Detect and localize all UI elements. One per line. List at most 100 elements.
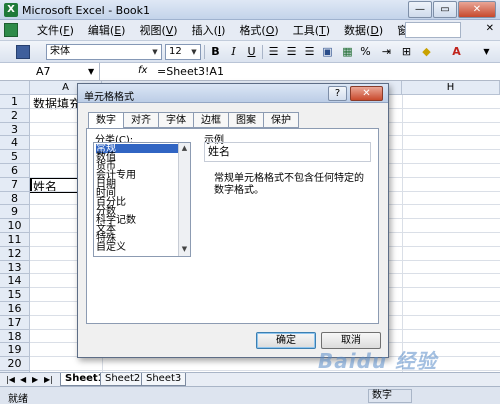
status-ready: 就绪: [8, 394, 28, 404]
chevron-down-icon[interactable]: ▼: [88, 63, 94, 80]
font-name-select[interactable]: 宋体 ▼: [46, 44, 162, 60]
row-header[interactable]: 1: [0, 95, 30, 109]
italic-button[interactable]: I: [225, 44, 242, 60]
row-header[interactable]: 4: [0, 136, 30, 151]
tab-protection[interactable]: 保护: [264, 112, 299, 128]
toolbar-options-icon[interactable]: ▼: [478, 44, 495, 60]
formatting-toolbar: 宋体 ▼ 12 ▼ B I U ☰ ☰ ☰ ▣ ▦ % ⇥ ⊞ ◆ A ▼: [0, 41, 500, 63]
title-bar: X Microsoft Excel - Book1 — ▭ ✕: [0, 0, 500, 20]
tab-alignment[interactable]: 对齐: [124, 112, 159, 128]
cell-a1[interactable]: 数据填充: [33, 95, 81, 112]
ok-button[interactable]: 确定: [256, 332, 316, 349]
grid-line: [402, 95, 403, 372]
help-search-input[interactable]: [405, 22, 461, 38]
row-header[interactable]: 5: [0, 150, 30, 164]
toolbar-divider: [262, 45, 263, 59]
tab-sheet3[interactable]: Sheet3: [141, 373, 187, 386]
row-header[interactable]: 8: [0, 191, 30, 206]
row-header[interactable]: 10: [0, 219, 30, 233]
minimize-button[interactable]: —: [408, 1, 432, 18]
cell-a7[interactable]: 姓名: [33, 178, 57, 195]
sheet-tab-bar: |◀ ◀ ▶ ▶| Sheet1 Sheet2 Sheet3: [0, 372, 500, 386]
tab-sheet2[interactable]: Sheet2: [100, 373, 146, 386]
menu-data[interactable]: 数据(D): [337, 23, 390, 38]
merge-center-icon[interactable]: ▣: [319, 44, 336, 60]
save-icon[interactable]: [16, 45, 30, 59]
chevron-down-icon[interactable]: ▼: [189, 46, 199, 58]
scroll-down-icon[interactable]: ▼: [179, 244, 190, 255]
indent-icon[interactable]: ⇥: [378, 44, 395, 60]
first-sheet-icon[interactable]: |◀: [6, 375, 15, 384]
number-tab-panel: 分类(C): 常规 数值 货币 会计专用 日期 时间 百分比 分数 科学记数 文…: [86, 128, 379, 324]
workbook-icon[interactable]: [4, 23, 18, 37]
row-header[interactable]: 18: [0, 329, 30, 344]
format-description: 常规单元格格式不包含任何特定的数字格式。: [214, 173, 364, 196]
dialog-close-button[interactable]: ✕: [350, 86, 383, 101]
row-header[interactable]: 14: [0, 274, 30, 289]
percent-button[interactable]: %: [357, 44, 374, 60]
align-right-icon[interactable]: ☰: [301, 44, 318, 60]
prev-sheet-icon[interactable]: ◀: [20, 375, 26, 384]
font-size-select[interactable]: 12 ▼: [165, 44, 201, 60]
dialog-title-bar[interactable]: 单元格格式 ? ✕: [78, 84, 388, 103]
next-sheet-icon[interactable]: ▶: [32, 375, 38, 384]
last-sheet-icon[interactable]: ▶|: [44, 375, 53, 384]
tab-number[interactable]: 数字: [88, 112, 124, 129]
row-header[interactable]: 17: [0, 315, 30, 330]
tab-patterns[interactable]: 图案: [229, 112, 264, 128]
excel-app-icon: X: [4, 3, 18, 17]
formula-input[interactable]: =Sheet3!A1: [157, 65, 224, 78]
fill-color-icon[interactable]: ◆: [418, 44, 435, 60]
currency-icon[interactable]: ▦: [339, 44, 356, 60]
menu-view[interactable]: 视图(V): [132, 23, 184, 38]
row-header[interactable]: 19: [0, 343, 30, 358]
row-header[interactable]: 16: [0, 302, 30, 316]
menu-items: 文件(F) 编辑(E) 视图(V) 插入(I) 格式(O) 工具(T) 数据(D…: [30, 23, 446, 38]
tab-border[interactable]: 边框: [194, 112, 229, 128]
row-header[interactable]: 6: [0, 164, 30, 178]
category-item-custom[interactable]: 自定义: [96, 243, 126, 253]
row-header[interactable]: 15: [0, 288, 30, 302]
row-header[interactable]: 2: [0, 108, 30, 123]
name-box[interactable]: A7 ▼: [0, 63, 100, 80]
restore-button[interactable]: ▭: [433, 1, 457, 18]
underline-button[interactable]: U: [243, 44, 260, 60]
row-header[interactable]: 9: [0, 205, 30, 220]
scroll-up-icon[interactable]: ▲: [179, 143, 190, 154]
select-all-corner[interactable]: [0, 81, 30, 95]
row-header[interactable]: 12: [0, 246, 30, 261]
workbook-close-icon[interactable]: ✕: [486, 23, 494, 34]
chevron-down-icon[interactable]: ▼: [150, 46, 160, 58]
align-left-icon[interactable]: ☰: [265, 44, 282, 60]
font-size-value: 12: [169, 46, 182, 57]
category-scrollbar[interactable]: ▲ ▼: [178, 143, 190, 256]
insert-function-icon[interactable]: fx: [138, 65, 147, 76]
toolbar-divider: [204, 45, 205, 59]
menu-edit[interactable]: 编辑(E): [81, 23, 133, 38]
category-list[interactable]: 常规 数值 货币 会计专用 日期 时间 百分比 分数 科学记数 文本 特殊 自定…: [93, 142, 191, 257]
column-header-h[interactable]: H: [402, 81, 500, 95]
format-cells-dialog: 单元格格式 ? ✕ 数字 对齐 字体 边框 图案 保护 分类(C): 常规 数值…: [77, 83, 389, 358]
row-header[interactable]: 3: [0, 122, 30, 137]
dialog-title: 单元格格式: [84, 92, 134, 103]
dialog-help-button[interactable]: ?: [328, 86, 347, 101]
row-header[interactable]: 11: [0, 233, 30, 247]
menu-tools[interactable]: 工具(T): [286, 23, 337, 38]
row-header[interactable]: 7: [0, 177, 30, 192]
align-center-icon[interactable]: ☰: [283, 44, 300, 60]
menu-format[interactable]: 格式(O): [232, 23, 285, 38]
row-header[interactable]: 20: [0, 357, 30, 371]
font-color-icon[interactable]: A: [448, 44, 465, 60]
font-name-value: 宋体: [50, 46, 70, 57]
borders-icon[interactable]: ⊞: [398, 44, 415, 60]
status-num-lock: 数字: [368, 389, 412, 403]
formula-bar: A7 ▼ fx =Sheet3!A1: [0, 63, 500, 81]
tab-font[interactable]: 字体: [159, 112, 194, 128]
bold-button[interactable]: B: [207, 44, 224, 60]
row-header[interactable]: 13: [0, 260, 30, 275]
menu-file[interactable]: 文件(F): [30, 23, 81, 38]
baidu-watermark: Baidu 经验: [318, 349, 438, 373]
menu-insert[interactable]: 插入(I): [185, 23, 233, 38]
window-title: Microsoft Excel - Book1: [22, 4, 151, 17]
close-button[interactable]: ✕: [458, 1, 496, 18]
